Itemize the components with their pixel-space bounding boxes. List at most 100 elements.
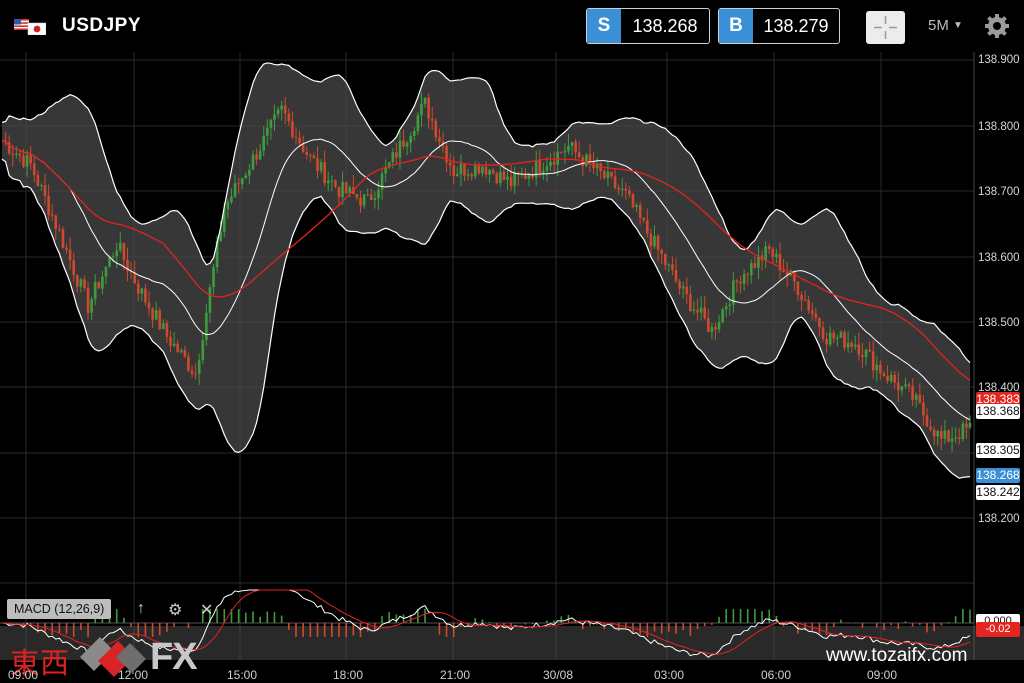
candle-body bbox=[549, 161, 552, 167]
sell-button[interactable]: S 138.268 bbox=[586, 8, 710, 44]
macd-histogram-bar bbox=[653, 623, 656, 632]
candle-body bbox=[538, 160, 542, 173]
candle-body bbox=[861, 354, 864, 358]
time-tick: 09:00 bbox=[867, 668, 898, 682]
candle-body bbox=[710, 327, 714, 333]
candle-body bbox=[671, 264, 674, 271]
candle-body bbox=[362, 194, 366, 206]
candle-body bbox=[836, 337, 839, 339]
candle-body bbox=[323, 162, 326, 184]
candle-body bbox=[832, 332, 836, 339]
price-tick: 138.800 bbox=[978, 121, 1020, 133]
candle-body bbox=[875, 364, 879, 371]
candle-body bbox=[305, 151, 309, 155]
candle-body bbox=[430, 118, 434, 121]
macd-histogram-bar bbox=[273, 612, 276, 623]
candle-body bbox=[97, 282, 101, 289]
candle-body bbox=[36, 175, 40, 186]
candle-body bbox=[907, 384, 911, 387]
candle-body bbox=[509, 176, 513, 187]
timeframe-selector[interactable]: 5M ▼ bbox=[928, 17, 963, 34]
candle-body bbox=[226, 201, 230, 210]
candle-body bbox=[610, 171, 613, 177]
candle-body bbox=[169, 336, 172, 346]
candle-body bbox=[172, 343, 176, 346]
candle-body bbox=[93, 282, 97, 300]
candle-body bbox=[552, 161, 556, 165]
candle-body bbox=[341, 182, 344, 198]
candle-body bbox=[165, 323, 169, 337]
candle-body bbox=[416, 115, 420, 131]
candle-body bbox=[240, 178, 244, 185]
price-tick: 138.900 bbox=[978, 54, 1020, 66]
price-chart[interactable] bbox=[0, 52, 1024, 683]
candle-body bbox=[83, 279, 86, 288]
candle-body bbox=[570, 142, 574, 146]
candle-body bbox=[251, 154, 255, 170]
candle-body bbox=[724, 306, 728, 310]
candle-body bbox=[151, 308, 154, 320]
candle-body bbox=[660, 249, 663, 255]
candle-body bbox=[775, 253, 778, 258]
macd-histogram-bar bbox=[252, 611, 254, 623]
macd-histogram-bar bbox=[115, 609, 118, 623]
buy-button[interactable]: B 138.279 bbox=[718, 8, 840, 44]
close-icon[interactable]: ✕ bbox=[200, 600, 213, 620]
candle-body bbox=[32, 163, 36, 176]
gear-icon[interactable] bbox=[984, 12, 1010, 40]
candle-body bbox=[409, 135, 413, 143]
candle-body bbox=[814, 313, 818, 318]
candle-body bbox=[922, 402, 925, 416]
candle-body bbox=[122, 242, 126, 260]
candle-body bbox=[402, 140, 405, 147]
candle-body bbox=[187, 356, 190, 371]
macd-indicator-label[interactable]: MACD (12,26,9) bbox=[7, 599, 112, 619]
candle-body bbox=[119, 242, 122, 251]
candle-body bbox=[642, 217, 646, 221]
candle-body bbox=[50, 214, 54, 216]
candle-body bbox=[667, 264, 671, 266]
candle-body bbox=[201, 340, 205, 360]
candle-body bbox=[86, 287, 90, 313]
candle-body bbox=[717, 322, 721, 330]
candle-body bbox=[796, 281, 800, 296]
candle-body bbox=[499, 171, 502, 184]
macd-histogram-bar bbox=[646, 623, 649, 637]
candle-body bbox=[391, 152, 395, 163]
candle-body bbox=[484, 166, 488, 175]
candle-body bbox=[359, 197, 362, 206]
candle-body bbox=[635, 205, 638, 208]
macd-histogram-bar bbox=[438, 623, 441, 635]
candle-body bbox=[656, 235, 660, 250]
candle-body bbox=[79, 279, 83, 287]
candle-body bbox=[40, 185, 43, 187]
macd-settings-icon[interactable]: ⚙ bbox=[168, 600, 182, 620]
macd-histogram-bar bbox=[732, 609, 735, 623]
candle-body bbox=[793, 271, 796, 282]
candle-body bbox=[291, 121, 294, 138]
candle-body bbox=[904, 384, 907, 387]
candle-body bbox=[334, 180, 337, 187]
macd-histogram-bar bbox=[625, 623, 627, 629]
candle-body bbox=[384, 167, 387, 174]
candle-body bbox=[459, 164, 463, 175]
candle-body bbox=[839, 332, 843, 338]
candle-body bbox=[810, 310, 814, 314]
website-watermark: www.tozaifx.com bbox=[826, 645, 968, 666]
symbol-title[interactable]: USDJPY bbox=[62, 15, 141, 37]
macd-histogram-bar bbox=[696, 623, 699, 630]
candle-body bbox=[739, 281, 742, 284]
candle-body bbox=[101, 276, 104, 289]
candle-body bbox=[940, 430, 943, 439]
timeframe-label: 5M bbox=[928, 17, 949, 34]
candle-body bbox=[197, 359, 201, 375]
candle-body bbox=[653, 235, 656, 247]
candle-body bbox=[886, 375, 889, 382]
candle-body bbox=[18, 153, 22, 156]
macd-histogram-bar bbox=[445, 623, 448, 637]
candle-body bbox=[954, 437, 957, 439]
crosshair-button[interactable] bbox=[866, 11, 905, 44]
macd-histogram-bar bbox=[954, 616, 957, 623]
candle-body bbox=[957, 437, 961, 440]
arrow-up-icon[interactable]: ↑ bbox=[137, 600, 145, 618]
